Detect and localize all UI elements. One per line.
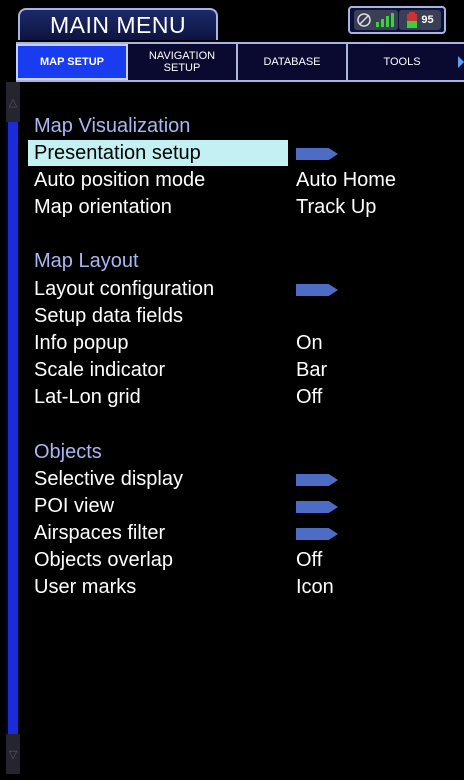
menu-list: Map Visualization Presentation setup Aut…: [0, 0, 464, 780]
menu-item-value: Track Up: [296, 196, 377, 218]
menu-item-label: Airspaces filter: [34, 522, 166, 544]
menu-item-user-marks[interactable]: User marks Icon: [28, 574, 448, 600]
submenu-arrow-icon: [296, 474, 338, 486]
menu-item-value: Off: [296, 549, 323, 571]
menu-item-selective-display[interactable]: Selective display: [28, 466, 448, 492]
menu-item-lat-lon-grid[interactable]: Lat-Lon grid Off: [28, 384, 448, 410]
menu-item-value: Bar: [296, 359, 328, 381]
submenu-arrow-icon: [296, 284, 338, 296]
menu-item-presentation-setup[interactable]: Presentation setup: [28, 140, 448, 166]
menu-item-poi-view[interactable]: POI view: [28, 493, 448, 519]
menu-item-value: On: [296, 332, 323, 354]
menu-item-auto-position-mode[interactable]: Auto position mode Auto Home: [28, 167, 448, 193]
menu-item-setup-data-fields[interactable]: Setup data fields: [28, 303, 448, 329]
menu-item-map-orientation[interactable]: Map orientation Track Up: [28, 194, 448, 220]
menu-item-label: Setup data fields: [34, 305, 183, 327]
menu-item-label: POI view: [34, 495, 115, 517]
submenu-arrow-icon: [296, 501, 338, 513]
menu-item-label: User marks: [34, 576, 137, 598]
menu-item-value: Auto Home: [296, 169, 397, 191]
menu-item-value: Icon: [296, 576, 334, 598]
menu-item-label: Objects overlap: [34, 549, 173, 571]
submenu-arrow-icon: [296, 148, 338, 160]
menu-item-layout-configuration[interactable]: Layout configuration: [28, 276, 448, 302]
menu-item-label: Auto position mode: [34, 169, 206, 191]
menu-item-label: Lat-Lon grid: [34, 386, 141, 408]
section-header-objects: Objects: [34, 441, 102, 463]
submenu-arrow-icon: [296, 528, 338, 540]
menu-item-label: Info popup: [34, 332, 129, 354]
menu-item-label: Presentation setup: [34, 142, 201, 164]
menu-item-objects-overlap[interactable]: Objects overlap Off: [28, 547, 448, 573]
menu-item-label: Scale indicator: [34, 359, 166, 381]
menu-item-airspaces-filter[interactable]: Airspaces filter: [28, 520, 448, 546]
section-header-map-layout: Map Layout: [34, 250, 139, 272]
menu-item-label: Map orientation: [34, 196, 172, 218]
menu-item-value: Off: [296, 386, 323, 408]
menu-item-label: Layout configuration: [34, 278, 215, 300]
menu-item-scale-indicator[interactable]: Scale indicator Bar: [28, 357, 448, 383]
menu-item-label: Selective display: [34, 468, 183, 490]
menu-item-info-popup[interactable]: Info popup On: [28, 330, 448, 356]
section-header-map-visualization: Map Visualization: [34, 115, 191, 137]
